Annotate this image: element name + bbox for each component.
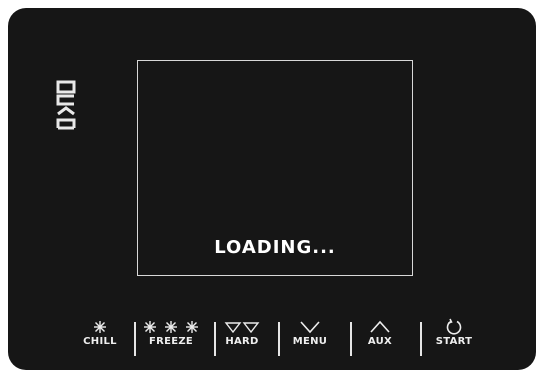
freeze-button[interactable]: FREEZE: [140, 316, 202, 362]
hard-label: HARD: [225, 336, 259, 347]
chevron-down-icon: [286, 316, 334, 336]
freeze-label: FREEZE: [148, 336, 194, 347]
chill-label: CHILL: [83, 336, 117, 347]
key-separator: [134, 322, 136, 356]
start-label: START: [435, 336, 473, 347]
start-button[interactable]: START: [426, 316, 482, 362]
double-down-triangle-icon: [222, 316, 262, 336]
triple-snowflake-icon: [140, 316, 202, 336]
keypad: CHILL FREEZE HARD MENU AUX START: [78, 316, 498, 362]
display-status-text: LOADING...: [214, 237, 336, 258]
power-restart-icon: [426, 316, 482, 336]
control-panel: LOADING... CHILL FREEZE HARD MENU AUX ST…: [8, 8, 536, 370]
chill-button[interactable]: CHILL: [78, 316, 122, 362]
evco-logo: [48, 58, 84, 138]
menu-button[interactable]: MENU: [286, 316, 334, 362]
display-screen: LOADING...: [137, 60, 413, 276]
key-separator: [420, 322, 422, 356]
snowflake-icon: [78, 316, 122, 336]
hard-button[interactable]: HARD: [222, 316, 262, 362]
key-separator: [214, 322, 216, 356]
aux-label: AUX: [367, 336, 393, 347]
aux-button[interactable]: AUX: [358, 316, 402, 362]
chevron-up-icon: [358, 316, 402, 336]
menu-label: MENU: [292, 336, 328, 347]
key-separator: [278, 322, 280, 356]
key-separator: [350, 322, 352, 356]
